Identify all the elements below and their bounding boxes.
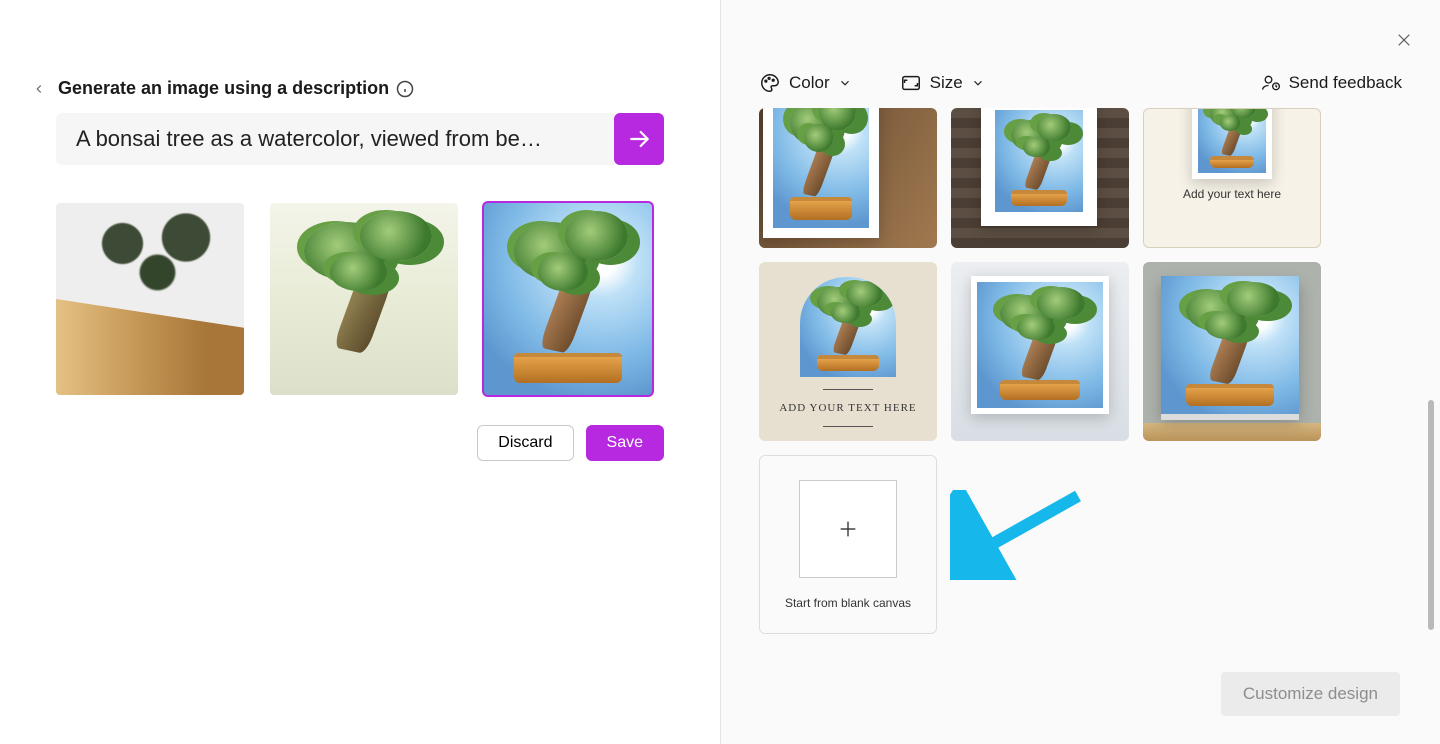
plus-icon <box>837 518 859 540</box>
aspect-icon <box>900 72 922 94</box>
color-dropdown[interactable]: Color <box>759 72 852 94</box>
size-label: Size <box>930 73 963 93</box>
send-feedback-link[interactable]: Send feedback <box>1261 73 1402 93</box>
feedback-label: Send feedback <box>1289 73 1402 93</box>
back-chevron-icon[interactable] <box>32 82 52 96</box>
blank-canvas-box <box>799 480 897 578</box>
template-tile-3[interactable]: Add your text here <box>1143 108 1321 248</box>
prompt-input[interactable] <box>56 113 614 165</box>
blank-canvas-label: Start from blank canvas <box>785 596 911 610</box>
close-button[interactable] <box>1390 26 1418 54</box>
page-title: Generate an image using a description <box>58 78 389 99</box>
info-icon[interactable] <box>395 79 415 99</box>
template-caption: Add your text here <box>1183 187 1281 201</box>
color-label: Color <box>789 73 830 93</box>
chevron-down-icon <box>971 76 985 90</box>
prompt-row <box>56 113 664 165</box>
chevron-down-icon <box>838 76 852 90</box>
result-thumb-2[interactable] <box>270 203 458 395</box>
template-tile-4[interactable]: ADD YOUR TEXT HERE <box>759 262 937 441</box>
generate-button[interactable] <box>614 113 664 165</box>
close-icon <box>1395 31 1413 49</box>
discard-button[interactable]: Discard <box>477 425 573 461</box>
result-thumb-1[interactable] <box>56 203 244 395</box>
customize-design-button[interactable]: Customize design <box>1221 672 1400 716</box>
template-controls: Color Size Send feedback <box>759 72 1402 94</box>
template-tile-6[interactable] <box>1143 262 1321 441</box>
template-gallery: Add your text here ADD YOUR TEXT HERE <box>759 108 1341 634</box>
panel-header: Generate an image using a description <box>56 78 664 99</box>
size-dropdown[interactable]: Size <box>900 72 985 94</box>
arrow-right-icon <box>626 126 652 152</box>
feedback-icon <box>1261 73 1281 93</box>
scrollbar-thumb[interactable] <box>1428 400 1434 630</box>
blank-canvas-tile[interactable]: Start from blank canvas <box>759 455 937 634</box>
template-tile-5[interactable] <box>951 262 1129 441</box>
result-thumbnails <box>56 203 664 395</box>
generator-panel: Generate an image using a description <box>0 0 721 744</box>
template-panel: Color Size Send feedback <box>721 0 1440 744</box>
save-button[interactable]: Save <box>586 425 664 461</box>
action-row: Discard Save <box>56 425 664 461</box>
template-tile-2[interactable] <box>951 108 1129 248</box>
palette-icon <box>759 72 781 94</box>
template-caption: ADD YOUR TEXT HERE <box>779 402 916 414</box>
template-tile-1[interactable] <box>759 108 937 248</box>
result-thumb-3-selected[interactable] <box>484 203 652 395</box>
